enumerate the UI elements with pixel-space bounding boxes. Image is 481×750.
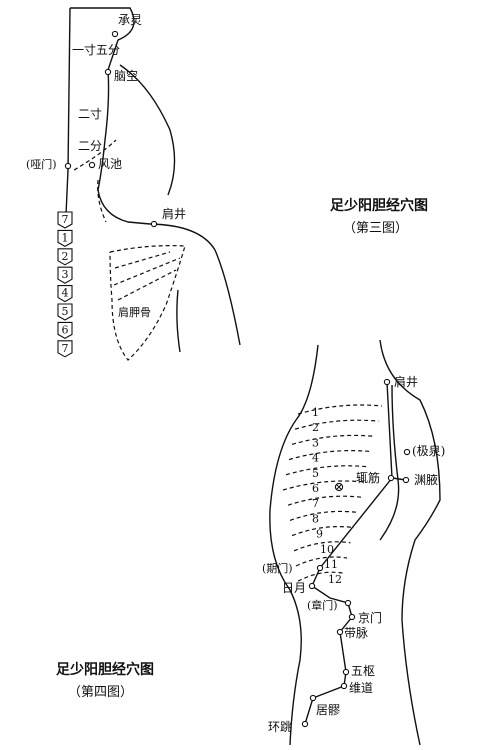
label-yuanye: 渊腋 (414, 472, 438, 487)
label-naokong: 脑空 (114, 69, 138, 83)
figure3-title: 足少阳胆经穴图 (330, 197, 428, 214)
vertebrae-column: 7 1 2 3 4 5 6 7 (57, 211, 73, 358)
point-huantiao (301, 720, 309, 728)
label-juliao: 居髎 (316, 703, 340, 717)
label-daimai: 带脉 (344, 625, 368, 640)
rib-number: 9 (316, 528, 323, 541)
point-yuanye (402, 476, 410, 484)
label-measure-upper: 一寸五分 (72, 43, 120, 57)
point-daimai (336, 628, 344, 636)
label-jiquan: (极泉) (412, 444, 445, 458)
point-jianjing-3 (150, 220, 158, 228)
face-outline (119, 64, 176, 196)
rib-line (297, 404, 383, 415)
rib-line (295, 556, 348, 567)
vertebra-label: 2 (62, 250, 69, 263)
label-huantiao: 环跳 (268, 720, 292, 734)
point-jiquan (403, 448, 411, 456)
rib-number: 1 (312, 406, 319, 419)
vertebra-label: 5 (62, 305, 69, 318)
figure4-subtitle: （第四图） (68, 685, 133, 700)
label-zhangmen: (章门) (307, 598, 338, 612)
armpit-line (379, 384, 400, 541)
rib-number: 4 (312, 452, 319, 465)
rib-number: 12 (328, 573, 342, 586)
vertebra-label: 4 (62, 287, 69, 300)
figure-4: 123456789101112 肩井 (极泉) 辄筋 渊腋 (期门) 日月 (章… (56, 339, 445, 746)
point-juliao (309, 694, 317, 702)
label-chengling: 承灵 (118, 13, 142, 27)
rib-number: 5 (312, 467, 319, 480)
point-wushu (342, 668, 350, 676)
point-zhejin (387, 474, 395, 482)
vertebra-label: 1 (62, 231, 69, 244)
rib-line (288, 450, 372, 461)
point-qimen (316, 564, 324, 572)
label-fengchi: 风池 (98, 157, 122, 171)
label-weidao: 维道 (349, 681, 373, 695)
arm-inner-line (176, 289, 181, 353)
rib-line (287, 495, 362, 506)
label-riyue: 日月 (282, 581, 306, 595)
point-crossmark (334, 482, 344, 492)
point-jianjing-4 (383, 378, 391, 386)
label-zhejin: 辄筋 (356, 470, 380, 485)
rib-number: 6 (312, 482, 319, 495)
point-naokong (104, 68, 112, 76)
label-wushu: 五枢 (351, 663, 375, 678)
label-jingmen: 京门 (358, 610, 382, 625)
rib-line (291, 526, 355, 537)
rib-number: 8 (312, 512, 319, 525)
scapula-outline (109, 245, 186, 361)
vertebra-label: 3 (62, 268, 69, 281)
vertebra-label: 7 (62, 213, 69, 226)
midline (65, 7, 71, 216)
front-outline (379, 339, 441, 746)
point-zhangmen (344, 599, 352, 607)
point-yamen (64, 162, 72, 170)
point-riyue (308, 582, 316, 590)
vertebra-label: 7 (62, 342, 69, 355)
diagram-canvas: 承灵 一寸五分 脑空 二寸 二分 风池 (哑门) 肩井 肩胛骨 71234567… (26, 7, 445, 746)
scapula-spine-2 (113, 257, 181, 286)
vertebra-label: 6 (62, 323, 69, 336)
rib-line (291, 434, 376, 445)
label-qimen: (期门) (262, 561, 293, 575)
point-chengling (111, 30, 119, 38)
rib-line (282, 480, 365, 491)
figure3-subtitle: （第三图） (343, 221, 408, 236)
label-scapula: 肩胛骨 (118, 305, 151, 319)
rib-line (294, 419, 379, 430)
label-measure-lower-bottom: 二分 (78, 139, 102, 153)
point-fengchi (88, 161, 96, 169)
label-jianjing-3: 肩井 (162, 206, 186, 221)
acupoint-figure-page: 承灵 一寸五分 脑空 二寸 二分 风池 (哑门) 肩井 肩胛骨 71234567… (0, 0, 481, 750)
figure-3: 承灵 一寸五分 脑空 二寸 二分 风池 (哑门) 肩井 肩胛骨 71234567… (26, 7, 428, 361)
label-jianjing-4: 肩井 (394, 374, 418, 389)
label-measure-lower-top: 二寸 (78, 107, 102, 121)
scapula-spine-3 (117, 269, 177, 301)
label-yamen: (哑门) (26, 157, 57, 171)
rib-number: 2 (312, 421, 319, 434)
figure4-title: 足少阳胆经穴图 (56, 661, 154, 678)
rib-number: 3 (312, 436, 319, 449)
point-jingmen (348, 613, 356, 621)
shoulder-outline (149, 223, 241, 346)
rib-line (289, 510, 358, 521)
rib-cage: 123456789101112 (282, 404, 383, 586)
point-weidao (340, 682, 348, 690)
rib-number: 7 (312, 497, 319, 510)
